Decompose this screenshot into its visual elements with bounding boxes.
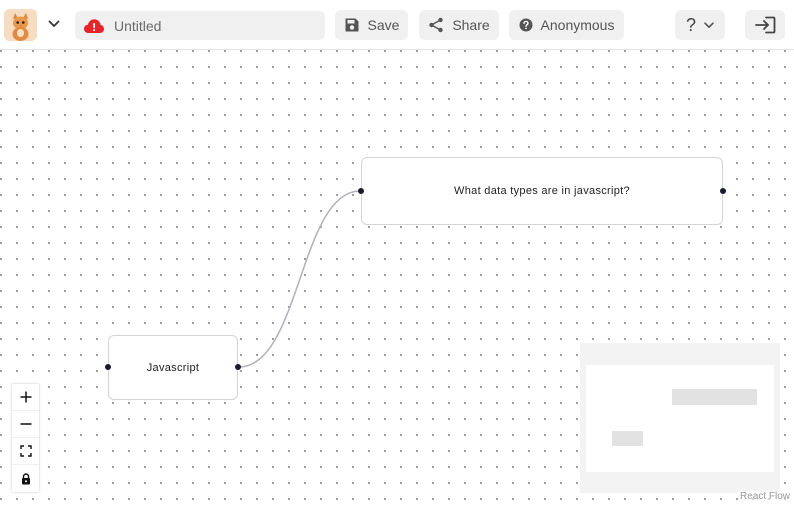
save-label: Save xyxy=(367,17,400,33)
app-header: Untitled Save Share Anonymous ? xyxy=(0,0,794,50)
minimap-node-question xyxy=(672,389,757,405)
minimap-node-root xyxy=(612,431,643,446)
minus-icon xyxy=(20,423,31,425)
zoom-out-button[interactable] xyxy=(12,411,39,438)
login-button[interactable] xyxy=(745,10,785,40)
save-button[interactable]: Save xyxy=(335,10,408,40)
attribution-link[interactable]: React Flow xyxy=(737,491,792,502)
zoom-in-button[interactable] xyxy=(12,384,39,411)
node-root[interactable]: Javascript xyxy=(105,335,241,400)
node-target-handle[interactable] xyxy=(105,364,111,370)
floppy-disk-icon xyxy=(345,18,359,32)
node-target-handle[interactable] xyxy=(358,188,364,194)
help-label: ? xyxy=(685,14,696,35)
edge-root-to-question[interactable] xyxy=(238,190,361,368)
app-logo[interactable] xyxy=(4,9,37,41)
node-source-handle[interactable] xyxy=(720,188,726,194)
toggle-interactivity-button[interactable] xyxy=(12,465,39,492)
help-menu-button[interactable]: ? xyxy=(675,10,725,40)
login-icon xyxy=(755,16,776,34)
logo-menu-button[interactable] xyxy=(44,14,64,34)
flow-canvas[interactable]: What data types are in javascript? Javas… xyxy=(0,50,794,505)
share-icon xyxy=(429,17,444,33)
chevron-down-icon xyxy=(704,21,714,28)
minimap-viewport[interactable] xyxy=(586,365,774,472)
plus-icon xyxy=(20,391,31,403)
lock-icon xyxy=(21,472,30,484)
flow-controls xyxy=(12,384,39,492)
user-label: Anonymous xyxy=(540,17,615,33)
chevron-down-icon xyxy=(48,20,60,27)
node-question[interactable]: What data types are in javascript? xyxy=(358,157,726,225)
node-label: What data types are in javascript? xyxy=(454,185,630,197)
node-label: Javascript xyxy=(146,361,200,374)
fit-view-icon xyxy=(19,445,32,457)
minimap[interactable] xyxy=(580,343,780,493)
question-circle-icon xyxy=(519,18,533,32)
user-account-button[interactable]: Anonymous xyxy=(509,10,624,40)
node-source-handle[interactable] xyxy=(235,364,241,370)
document-title-field[interactable]: Untitled xyxy=(75,11,325,40)
cloud-warning-icon xyxy=(84,18,104,33)
cat-logo-icon xyxy=(4,9,37,41)
document-title: Untitled xyxy=(114,17,162,34)
share-label: Share xyxy=(452,17,490,33)
share-button[interactable]: Share xyxy=(419,10,499,40)
fit-view-button[interactable] xyxy=(12,438,39,465)
